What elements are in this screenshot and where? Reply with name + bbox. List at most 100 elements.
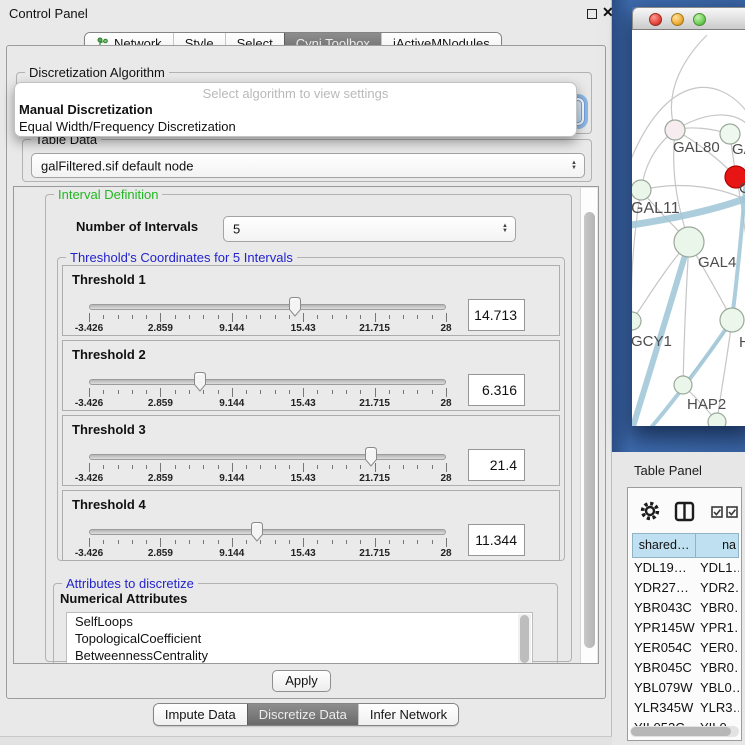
tab-infer-network[interactable]: Infer Network: [358, 704, 458, 725]
threshold-row: Threshold 3-3.4262.8599.14415.4321.71528…: [62, 415, 560, 486]
network-canvas[interactable]: GAL80GACGAL11GAL4GCY1HHAP2: [632, 30, 745, 426]
table-cell[interactable]: YPR145W: [632, 618, 695, 638]
tick-mark: [303, 463, 304, 472]
tick-label: 28: [440, 323, 451, 334]
settings-vertical-scrollbar[interactable]: [580, 188, 597, 664]
column-header[interactable]: na: [696, 533, 739, 558]
table-horizontal-scrollbar[interactable]: [630, 726, 739, 737]
network-node[interactable]: [665, 120, 685, 140]
panel-bottom-strip: [0, 736, 612, 745]
number-of-intervals-combobox[interactable]: 5 ▲▼: [223, 216, 516, 242]
table-row[interactable]: YBR045CYBR0…: [632, 658, 739, 678]
network-node[interactable]: [708, 413, 726, 426]
table-cell[interactable]: YLR345W: [632, 698, 695, 718]
table-row[interactable]: YDR27…YDR2…: [632, 578, 739, 598]
scrollbar-thumb[interactable]: [631, 727, 731, 736]
threshold-value-field[interactable]: 11.344: [468, 524, 525, 556]
combobox-spinner-icon[interactable]: ▲▼: [571, 161, 577, 171]
tick-label: 2.859: [148, 323, 173, 334]
table-cell[interactable]: YDL1…: [695, 558, 739, 578]
threshold-value-field[interactable]: 6.316: [468, 374, 525, 406]
tick-label: 21.715: [359, 473, 390, 484]
threshold-value-field[interactable]: 21.4: [468, 449, 525, 481]
network-node[interactable]: [674, 227, 704, 257]
network-node[interactable]: [632, 312, 641, 330]
slider-thumb[interactable]: [249, 521, 265, 542]
table-cell[interactable]: YBL0…: [695, 678, 739, 698]
attributes-group-title: Attributes to discretize: [62, 576, 198, 591]
tick-mark: [346, 390, 347, 394]
table-cell[interactable]: YBR0…: [695, 598, 739, 618]
tab-impute-data[interactable]: Impute Data: [154, 704, 247, 725]
slider-track[interactable]: [89, 304, 446, 310]
slider-track[interactable]: [89, 454, 446, 460]
tick-mark: [246, 540, 247, 544]
network-node[interactable]: [720, 308, 744, 332]
numerical-attributes-list[interactable]: SelfLoopsTopologicalCoefficientBetweenne…: [66, 612, 533, 664]
checkbox-icon[interactable]: [727, 507, 737, 517]
attributes-list-scrollbar[interactable]: [518, 614, 531, 664]
float-window-icon[interactable]: [587, 9, 597, 19]
table-row[interactable]: YLR345WYLR3…: [632, 698, 739, 718]
scrollbar-thumb[interactable]: [584, 212, 595, 648]
table-cell[interactable]: YER054C: [632, 638, 695, 658]
tick-mark: [103, 390, 104, 394]
columns-icon[interactable]: [676, 503, 693, 520]
tick-mark: [360, 315, 361, 319]
slider-thumb[interactable]: [287, 296, 303, 317]
table-cell[interactable]: YDL19…: [632, 558, 695, 578]
table-data-combobox[interactable]: galFiltered.sif default node ▲▼: [31, 153, 585, 178]
attribute-list-item[interactable]: TopologicalCoefficient: [67, 630, 532, 647]
tick-mark: [403, 315, 404, 319]
table-cell[interactable]: YPR1…: [695, 618, 739, 638]
tick-mark: [118, 465, 119, 469]
checkbox-icon[interactable]: [712, 507, 722, 517]
minimize-traffic-light-icon[interactable]: [671, 13, 684, 26]
table-cell[interactable]: YLR3…: [695, 698, 739, 718]
table-cell[interactable]: YBL079W: [632, 678, 695, 698]
column-header[interactable]: shared…: [632, 533, 696, 558]
slider-track[interactable]: [89, 379, 446, 385]
combobox-spinner-icon[interactable]: ▲▼: [502, 224, 508, 234]
table-cell[interactable]: YDR2…: [695, 578, 739, 598]
slider-thumb[interactable]: [363, 446, 379, 467]
discretization-algorithm-group-title: Discretization Algorithm: [25, 65, 169, 80]
algorithm-dropdown-popup: Select algorithm to view settings Manual…: [14, 82, 577, 137]
table-row[interactable]: YER054CYER0…: [632, 638, 739, 658]
close-traffic-light-icon[interactable]: [649, 13, 662, 26]
table-data-group: Table Data galFiltered.sif default node …: [22, 139, 592, 182]
apply-button[interactable]: Apply: [272, 670, 331, 692]
table-cell[interactable]: YBR045C: [632, 658, 695, 678]
tick-mark: [346, 465, 347, 469]
tick-label: 21.715: [359, 548, 390, 559]
attribute-list-item[interactable]: SelfLoops: [67, 613, 532, 630]
algorithm-option[interactable]: Equal Width/Frequency Discretization: [15, 118, 576, 135]
tick-mark: [403, 540, 404, 544]
slider-ticks: [89, 538, 446, 549]
network-edge[interactable]: [671, 35, 707, 130]
table-cell[interactable]: YBR043C: [632, 598, 695, 618]
tick-mark: [389, 465, 390, 469]
gear-icon[interactable]: [643, 504, 658, 519]
table-row[interactable]: YBR043CYBR0…: [632, 598, 739, 618]
tick-mark: [160, 463, 161, 472]
table-panel-box: shared…na YDL19…YDL1…YDR27…YDR2…YBR043CY…: [627, 487, 742, 741]
network-node[interactable]: [632, 180, 651, 200]
zoom-traffic-light-icon[interactable]: [693, 13, 706, 26]
table-cell[interactable]: YDR27…: [632, 578, 695, 598]
tab-discretize-data[interactable]: Discretize Data: [247, 704, 358, 725]
tick-mark: [417, 540, 418, 544]
slider-track[interactable]: [89, 529, 446, 535]
threshold-label: Threshold 2: [72, 347, 146, 362]
table-cell[interactable]: YER0…: [695, 638, 739, 658]
network-window-titlebar[interactable]: [632, 7, 745, 30]
table-row[interactable]: YBL079WYBL0…: [632, 678, 739, 698]
network-node[interactable]: [674, 376, 692, 394]
attribute-list-item[interactable]: BetweennessCentrality: [67, 647, 532, 664]
slider-thumb[interactable]: [192, 371, 208, 392]
algorithm-option[interactable]: Manual Discretization: [15, 101, 576, 118]
table-row[interactable]: YPR145WYPR1…: [632, 618, 739, 638]
threshold-value-field[interactable]: 14.713: [468, 299, 525, 331]
table-row[interactable]: YDL19…YDL1…: [632, 558, 739, 578]
table-cell[interactable]: YBR0…: [695, 658, 739, 678]
